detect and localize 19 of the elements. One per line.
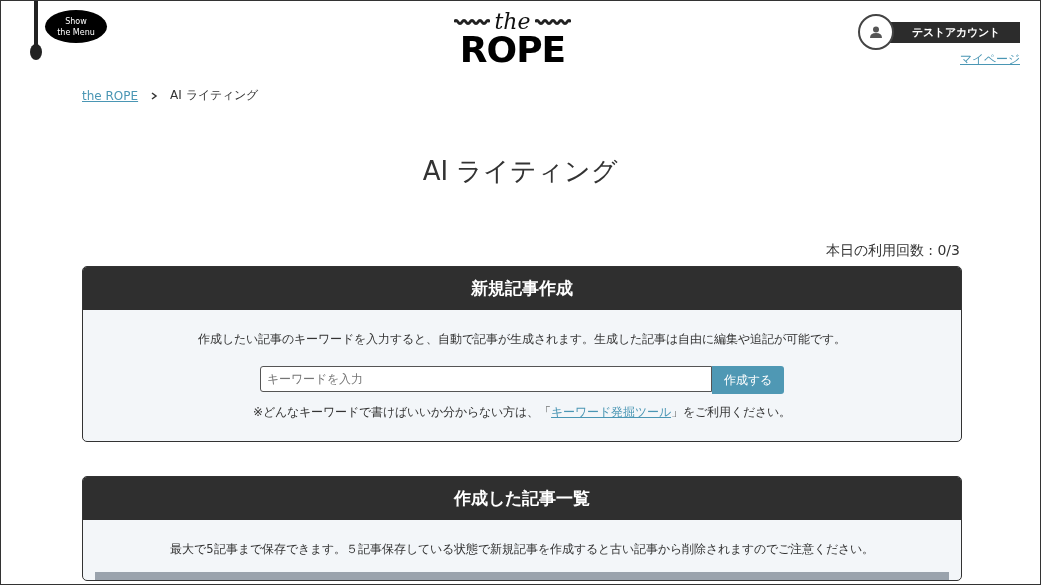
usage-count: 本日の利用回数 : 0/3: [824, 242, 961, 260]
site-logo[interactable]: the ROPE: [454, 11, 571, 67]
keyword-field[interactable]: キーワードを入力: [260, 366, 712, 392]
create-button[interactable]: 作成する: [712, 366, 784, 394]
section-header: 新規記事作成: [83, 267, 961, 310]
page-title: AI ライティング: [421, 155, 620, 188]
mypage-link[interactable]: マイページ: [960, 51, 1020, 68]
section-header: 作成した記事一覧: [83, 477, 961, 520]
description: 最大で5記事まで保存できます。５記事保存している状態で新規記事を作成すると古い記事から削除されますのでご注意ください。: [169, 542, 875, 557]
show-menu-bubble[interactable]: Show the Menu: [45, 10, 107, 43]
keyword-tool-link[interactable]: キーワード発掘ツール: [551, 405, 672, 419]
rope-icon[interactable]: [29, 1, 43, 61]
description: 作成したい記事のキーワードを入力すると、自動で記事が生成されます。生成した記事は自由に編集や追記が可能です。: [197, 332, 847, 347]
account-name: テストアカウント: [890, 21, 1020, 43]
breadcrumb-link[interactable]: the ROPE: [82, 88, 139, 103]
note-text: ※どんなキーワードで書けばいいか分からない方は、「キーワード発掘ツール」をご利用ください。: [251, 404, 793, 421]
chevron-icon: [150, 91, 159, 100]
breadcrumb-current: AI ライティング: [170, 87, 258, 104]
user-icon[interactable]: [858, 14, 894, 50]
